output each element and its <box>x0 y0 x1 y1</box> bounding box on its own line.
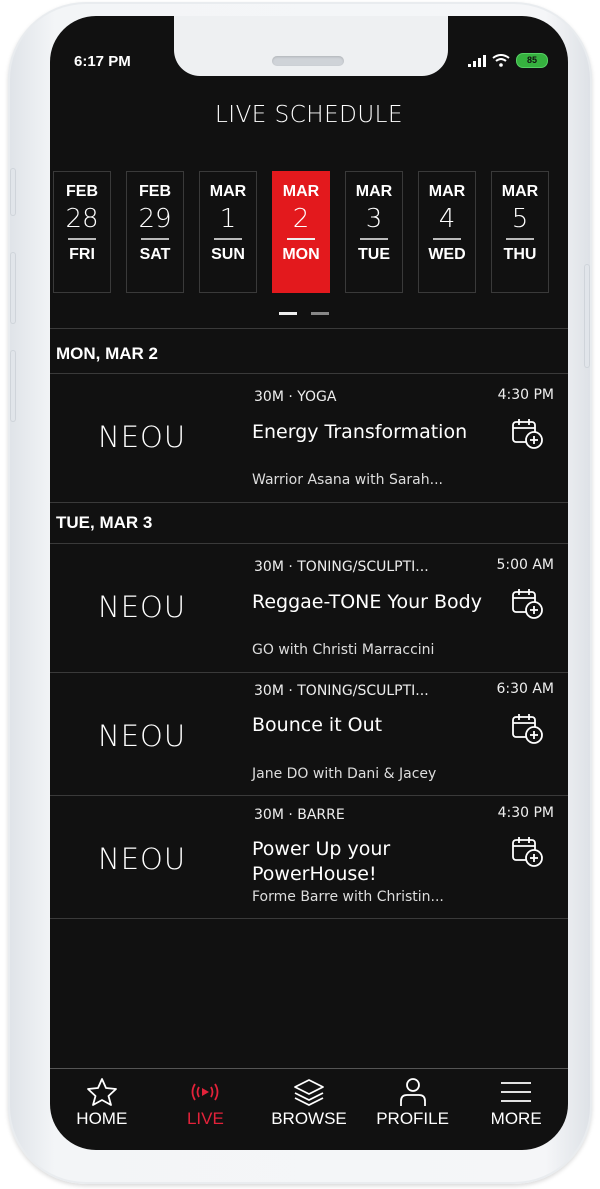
add-to-calendar-icon[interactable] <box>510 416 544 450</box>
class-instructor: GO with Christi Marraccini <box>252 642 435 658</box>
person-icon <box>399 1078 426 1106</box>
date-picker: FEB 28 FRI FEB 29 SAT MAR 1 SUN MAR 2 MON MAR 3 TU… <box>50 171 568 293</box>
class-name: Bounce it Out <box>252 714 383 736</box>
add-to-calendar-icon[interactable] <box>510 834 544 868</box>
class-instructor: Forme Barre with Christin... <box>252 889 444 905</box>
signal-icon <box>468 54 486 67</box>
class-time: 5:00 AM <box>496 557 554 573</box>
class-card[interactable]: NEOU 30M · TONING/SCULPTI... 6:30 AM Bou… <box>50 673 568 795</box>
section-heading: MON, MAR 2 <box>56 344 158 363</box>
volume-down-button <box>10 350 16 422</box>
menu-icon <box>501 1082 532 1102</box>
class-time: 6:30 AM <box>496 681 554 697</box>
app-screen: 6:17 PM 85 LIVE SCHEDULE FEB 28 FRI FEB 29 S… <box>50 16 568 1150</box>
page-dot[interactable] <box>311 312 329 315</box>
class-time: 4:30 PM <box>497 805 554 821</box>
tab-home[interactable]: HOME <box>50 1069 154 1150</box>
class-meta: 30M · BARRE <box>254 807 345 823</box>
class-time: 4:30 PM <box>497 387 554 403</box>
date-item[interactable]: MAR 1 SUN <box>199 171 257 293</box>
class-instructor: Jane DO with Dani & Jacey <box>252 766 437 782</box>
notch <box>174 16 448 76</box>
add-to-calendar-icon[interactable] <box>510 586 544 620</box>
divider <box>50 328 568 329</box>
volume-up-button <box>10 252 16 324</box>
page-indicator <box>279 312 329 315</box>
divider <box>50 918 568 919</box>
date-item[interactable]: FEB 28 FRI <box>53 171 111 293</box>
live-broadcast-icon <box>191 1083 219 1101</box>
layers-icon <box>294 1079 324 1107</box>
date-item-selected[interactable]: MAR 2 MON <box>272 171 330 293</box>
class-name: Reggae-TONE Your Body <box>252 591 482 613</box>
phone-frame: 6:17 PM 85 LIVE SCHEDULE FEB 28 FRI FEB 29 S… <box>8 2 592 1184</box>
section-heading: TUE, MAR 3 <box>56 513 153 532</box>
tab-browse[interactable]: BROWSE <box>257 1069 361 1150</box>
date-item[interactable]: MAR 5 THU <box>491 171 549 293</box>
tab-live[interactable]: LIVE <box>154 1069 258 1150</box>
divider <box>50 502 568 503</box>
page-title: LIVE SCHEDULE <box>214 102 404 128</box>
class-instructor: Warrior Asana with Sarah... <box>252 472 443 488</box>
neou-logo: NEOU <box>98 590 187 624</box>
date-item[interactable]: MAR 4 WED <box>418 171 476 293</box>
status-time: 6:17 PM <box>74 53 131 70</box>
neou-logo: NEOU <box>98 842 187 876</box>
add-to-calendar-icon[interactable] <box>510 711 544 745</box>
class-meta: 30M · TONING/SCULPTI... <box>254 683 429 699</box>
class-card[interactable]: NEOU 30M · YOGA 4:30 PM Energy Transform… <box>50 374 568 502</box>
tab-more[interactable]: MORE <box>464 1069 568 1150</box>
mute-switch <box>10 168 16 216</box>
neou-logo: NEOU <box>98 420 187 454</box>
class-card[interactable]: NEOU 30M · BARRE 4:30 PM Power Up your P… <box>50 796 568 918</box>
bottom-tab-bar: HOME LIVE BROWSE PROFILE MORE <box>50 1068 568 1150</box>
class-card[interactable]: NEOU 30M · TONING/SCULPTI... 5:00 AM Reg… <box>50 544 568 672</box>
wifi-icon <box>492 54 510 67</box>
date-item[interactable]: FEB 29 SAT <box>126 171 184 293</box>
power-button <box>584 264 590 368</box>
class-meta: 30M · TONING/SCULPTI... <box>254 559 429 575</box>
class-name: Energy Transformation <box>252 421 468 443</box>
status-icons: 85 <box>468 53 548 68</box>
class-name: Power Up your PowerHouse! <box>252 838 391 885</box>
star-icon <box>86 1078 117 1106</box>
neou-logo: NEOU <box>98 719 187 753</box>
page-dot-active[interactable] <box>279 312 297 315</box>
date-item[interactable]: MAR 3 TUE <box>345 171 403 293</box>
speaker <box>272 56 344 66</box>
tab-profile[interactable]: PROFILE <box>361 1069 465 1150</box>
class-meta: 30M · YOGA <box>254 389 337 405</box>
battery-indicator: 85 <box>516 53 548 68</box>
